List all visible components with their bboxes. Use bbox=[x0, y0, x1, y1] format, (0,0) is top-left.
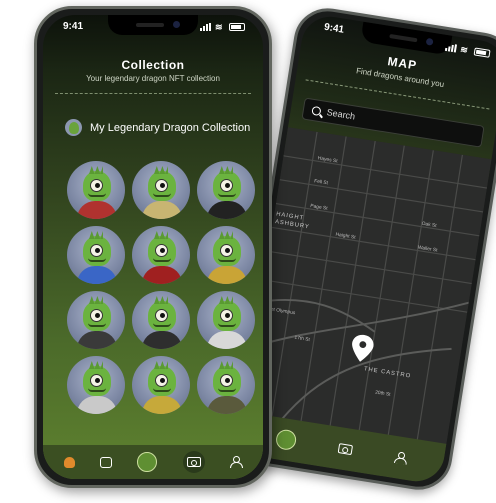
map-screen: 9:41 ≋ MAP Find dragons around you Searc… bbox=[236, 12, 496, 486]
dragon-head bbox=[148, 366, 176, 396]
dragon-head bbox=[83, 301, 111, 331]
dragon-eye bbox=[220, 179, 233, 192]
dragon-eye bbox=[90, 179, 103, 192]
camera-icon bbox=[186, 457, 201, 467]
dragon-outfit bbox=[142, 396, 182, 414]
collection-name: My Legendary Dragon Collection bbox=[90, 121, 251, 134]
dragon-head bbox=[148, 171, 176, 201]
dragon-head bbox=[213, 301, 241, 331]
dragon-home-tab[interactable] bbox=[274, 428, 298, 452]
nft-card[interactable] bbox=[197, 226, 255, 284]
nft-card[interactable] bbox=[132, 291, 190, 349]
battery-icon bbox=[229, 22, 245, 31]
collection-screen: 9:41 ≋ Collection Your legendary dragon … bbox=[43, 15, 263, 479]
collection-header[interactable]: My Legendary Dragon Collection bbox=[65, 119, 253, 136]
dragon-mouth bbox=[88, 323, 106, 327]
search-icon bbox=[311, 105, 322, 116]
divider bbox=[55, 93, 251, 94]
dragon-outfit bbox=[142, 201, 182, 219]
bottom-nav bbox=[43, 445, 263, 479]
dragon-mouth bbox=[218, 258, 236, 262]
dragon-eye bbox=[90, 309, 103, 322]
nft-card[interactable] bbox=[67, 226, 125, 284]
dragon-head bbox=[213, 236, 241, 266]
collection-avatar bbox=[65, 119, 82, 136]
fire-icon[interactable] bbox=[63, 456, 75, 468]
dragon-head bbox=[148, 301, 176, 331]
status-time: 9:41 bbox=[63, 21, 84, 32]
nft-grid bbox=[67, 161, 255, 414]
page-subtitle: Your legendary dragon NFT collection bbox=[86, 74, 220, 83]
dragon-outfit bbox=[77, 331, 117, 349]
map-view[interactable]: Hayes St Fell St Page St Haight St Oak S… bbox=[242, 127, 492, 446]
dragon-eye bbox=[90, 244, 103, 257]
dragon-outfit bbox=[77, 201, 117, 219]
dragon-mouth bbox=[88, 258, 106, 262]
map-canvas: Hayes St Fell St Page St Haight St Oak S… bbox=[242, 127, 492, 446]
dragon-mouth bbox=[88, 193, 106, 197]
dragon-eye bbox=[220, 309, 233, 322]
dragon-mouth bbox=[218, 323, 236, 327]
profile-icon[interactable] bbox=[230, 456, 244, 468]
search-placeholder: Search bbox=[326, 107, 356, 122]
nft-card[interactable] bbox=[67, 356, 125, 414]
dragon-outfit bbox=[142, 331, 182, 349]
dragon-eye bbox=[155, 309, 168, 322]
chat-icon[interactable] bbox=[100, 456, 113, 468]
profile-icon[interactable] bbox=[393, 451, 407, 465]
nft-card[interactable] bbox=[67, 291, 125, 349]
dragon-mouth bbox=[153, 193, 171, 197]
dragon-head bbox=[83, 171, 111, 201]
dragon-head bbox=[83, 236, 111, 266]
camera-icon[interactable] bbox=[337, 443, 354, 456]
dragon-outfit bbox=[207, 331, 247, 349]
mockup-stage: 9:41 ≋ MAP Find dragons around you Searc… bbox=[0, 0, 496, 503]
dragon-head bbox=[213, 171, 241, 201]
nft-card[interactable] bbox=[67, 161, 125, 219]
battery-icon bbox=[473, 46, 491, 58]
wifi-icon: ≋ bbox=[459, 43, 469, 55]
wifi-icon: ≋ bbox=[215, 21, 223, 32]
dragon-eye bbox=[155, 374, 168, 387]
dragon-outfit bbox=[207, 201, 247, 219]
dragon-outfit bbox=[77, 266, 117, 284]
dragon-eye bbox=[220, 244, 233, 257]
dragon-mouth bbox=[153, 388, 171, 392]
dragon-eye bbox=[220, 374, 233, 387]
page-title: Collection bbox=[121, 58, 185, 72]
nft-card[interactable] bbox=[197, 161, 255, 219]
dragon-head bbox=[213, 366, 241, 396]
phone-collection: 9:41 ≋ Collection Your legendary dragon … bbox=[34, 6, 272, 488]
status-time: 9:41 bbox=[323, 21, 345, 36]
dragon-mouth bbox=[153, 258, 171, 262]
nft-card[interactable] bbox=[197, 291, 255, 349]
dragon-eye bbox=[155, 179, 168, 192]
signal-icon bbox=[200, 22, 211, 31]
nft-card[interactable] bbox=[132, 356, 190, 414]
dragon-head bbox=[148, 236, 176, 266]
signal-icon bbox=[444, 42, 458, 53]
dragon-outfit bbox=[77, 396, 117, 414]
dragon-head bbox=[83, 366, 111, 396]
dragon-outfit bbox=[142, 266, 182, 284]
nft-card[interactable] bbox=[197, 356, 255, 414]
nft-card[interactable] bbox=[132, 226, 190, 284]
dragon-mouth bbox=[88, 388, 106, 392]
dragon-eye bbox=[90, 374, 103, 387]
camera-button[interactable] bbox=[182, 451, 205, 473]
nft-card[interactable] bbox=[132, 161, 190, 219]
dragon-outfit bbox=[207, 396, 247, 414]
dragon-mouth bbox=[218, 193, 236, 197]
dragon-mouth bbox=[153, 323, 171, 327]
dragon-home-tab[interactable] bbox=[137, 452, 158, 472]
dragon-outfit bbox=[207, 266, 247, 284]
dragon-mouth bbox=[218, 388, 236, 392]
status-bar: 9:41 ≋ bbox=[63, 21, 245, 32]
dragon-eye bbox=[155, 244, 168, 257]
